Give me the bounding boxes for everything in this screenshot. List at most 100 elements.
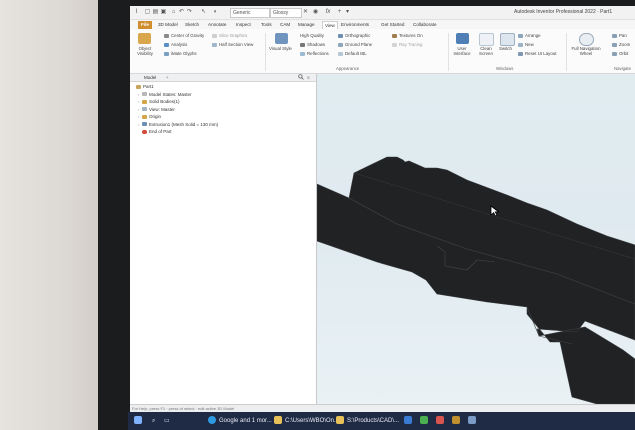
color-override-icon[interactable]: ◉: [312, 9, 319, 15]
browser-menu-icon[interactable]: ≡: [307, 74, 310, 81]
visual-style-icon[interactable]: [275, 33, 288, 44]
tree-node-solid-bodies[interactable]: › Solid Bodies(1): [136, 98, 218, 106]
open-file-icon[interactable]: ▤: [152, 9, 159, 15]
tree-node-part[interactable]: Part1: [136, 83, 218, 91]
browser-tab-model[interactable]: Model: [144, 74, 156, 81]
taskbar-app-icon[interactable]: [404, 415, 415, 428]
taskbar-app-icon[interactable]: [420, 415, 431, 428]
model-browser: Model + ≡ Part1 › Model States: Master › S…: [130, 74, 317, 404]
taskbar-app-icon[interactable]: [436, 415, 447, 428]
user-interface-icon[interactable]: [456, 33, 469, 44]
inventor-logo-icon[interactable]: I: [133, 9, 140, 15]
part-icon: [136, 84, 141, 89]
slice-graphics-button[interactable]: Slice Graphics: [212, 33, 247, 38]
reflections-button[interactable]: Reflections: [300, 51, 329, 56]
tab-environments[interactable]: Environments: [341, 21, 369, 29]
taskbar-item-browser[interactable]: Google and 1 mor...: [208, 415, 272, 428]
tree-node-model-states[interactable]: › Model States: Master: [136, 91, 218, 99]
windows-start-icon: [134, 416, 142, 425]
arrange-button[interactable]: Arrange: [518, 33, 541, 38]
default-ibl-dropdown[interactable]: Default IBL: [338, 51, 367, 56]
tab-collaborate[interactable]: Collaborate: [413, 21, 437, 29]
half-section-view-button[interactable]: Half Section View: [212, 42, 253, 47]
ribbon-separator: [265, 33, 266, 71]
status-bar: For Help, press F1 · press of select · e…: [130, 404, 635, 412]
tab-cam[interactable]: CAM: [280, 21, 290, 29]
browser-add-icon[interactable]: +: [166, 74, 169, 81]
imate-glyphs-button[interactable]: iMate Glyphs: [164, 51, 197, 56]
reset-ui-layout-button[interactable]: Reset UI Layout: [518, 51, 556, 56]
view-icon: [142, 107, 147, 112]
search-taskbar-icon[interactable]: ⌕: [152, 415, 155, 428]
taskbar-app-icon[interactable]: [468, 415, 479, 428]
taskbar-item-cad-folder[interactable]: S:\Products\CAD\...: [336, 415, 399, 428]
tree-node-view[interactable]: › View: Master: [136, 106, 218, 114]
tab-manage[interactable]: Manage: [298, 21, 315, 29]
tree-node-extrusion[interactable]: › Extrusion1 (Mesh Solid = 130 mm): [136, 121, 218, 129]
taskbar-app-icon[interactable]: [452, 415, 463, 428]
object-visibility-button[interactable]: Object Visibility: [134, 46, 156, 56]
folder-icon: [142, 114, 147, 119]
start-button[interactable]: [134, 415, 145, 428]
appearance-combo[interactable]: Generic: [230, 8, 270, 18]
clean-screen-icon[interactable]: [479, 33, 494, 46]
tree-node-origin[interactable]: › Origin: [136, 113, 218, 121]
textures-toggle[interactable]: Textures On: [392, 33, 423, 38]
visual-style-button[interactable]: Visual Style: [269, 46, 292, 51]
orbit-button[interactable]: Orbit: [612, 51, 629, 56]
qat-dropdown-icon[interactable]: ▾: [344, 9, 351, 15]
taskbar-item-explorer[interactable]: C:\Users\WBO\On...: [274, 415, 339, 428]
zoom-button[interactable]: Zoom: [612, 42, 630, 47]
full-navigation-wheel-button[interactable]: Full Navigation Wheel: [569, 46, 603, 56]
parameters-button[interactable]: fx: [323, 9, 333, 15]
task-view-icon[interactable]: ▭: [164, 415, 170, 428]
center-of-gravity-button[interactable]: Center of Gravity: [164, 33, 204, 38]
ribbon-panel: Object Visibility Center of Gravity Anal…: [130, 29, 635, 74]
shadows-button[interactable]: Shadows: [300, 42, 325, 47]
tab-get-started[interactable]: Get Started: [381, 21, 405, 29]
windows-taskbar: ⌕ ▭ Google and 1 mor... C:\Users\WBO\On.…: [128, 412, 635, 430]
home-icon[interactable]: ⌂: [170, 9, 177, 15]
user-interface-button[interactable]: User Interface: [451, 46, 473, 56]
search-icon[interactable]: [298, 74, 304, 82]
windows-group-label: Windows: [496, 66, 514, 71]
graphics-viewport[interactable]: [317, 74, 635, 404]
folder-icon: [336, 416, 344, 425]
pan-button[interactable]: Pan: [612, 33, 627, 38]
ground-plane-button[interactable]: Ground Plane: [338, 42, 372, 47]
inventor-app-icon: [452, 416, 460, 425]
clear-override-icon[interactable]: ✕: [302, 9, 309, 15]
material-icon[interactable]: ◐: [212, 9, 219, 15]
object-visibility-icon[interactable]: [138, 33, 151, 44]
tab-inspect[interactable]: Inspect: [236, 21, 251, 29]
redo-icon[interactable]: ↷: [186, 9, 193, 15]
new-window-button[interactable]: New: [518, 42, 534, 47]
navigation-wheel-icon[interactable]: [579, 33, 594, 46]
mouse-cursor-icon: [490, 205, 500, 217]
file-explorer-icon: [274, 416, 282, 425]
quality-dropdown[interactable]: High Quality: [300, 33, 324, 38]
new-file-icon[interactable]: ▢: [144, 9, 151, 15]
clean-screen-button[interactable]: Clean Screen: [476, 46, 496, 56]
undo-icon[interactable]: ↶: [178, 9, 185, 15]
folder-icon: [142, 99, 147, 104]
switch-window-icon[interactable]: [500, 33, 515, 46]
quick-access-toolbar: I ▢ ▤ ▣ ⌂ ↶ ↷ ↖ ◐ Generic Glossy ✕ ◉ fx …: [130, 6, 635, 20]
orthographic-dropdown[interactable]: Orthographic: [338, 33, 370, 38]
select-icon[interactable]: ↖: [200, 9, 207, 15]
tree-node-end-of-part[interactable]: End of Part: [136, 128, 218, 136]
tab-annotate[interactable]: Annotate: [208, 21, 226, 29]
ray-tracing-button[interactable]: Ray Tracing: [392, 42, 422, 47]
tab-sketch[interactable]: Sketch: [185, 21, 199, 29]
ribbon-separator: [448, 33, 449, 71]
switch-button[interactable]: Switch: [499, 46, 512, 51]
tab-file[interactable]: File: [138, 21, 152, 29]
app-icon: [420, 416, 428, 425]
analysis-button[interactable]: Analysis: [164, 42, 187, 47]
material-combo[interactable]: Glossy: [270, 8, 302, 18]
app-icon: [404, 416, 412, 425]
tab-3d-model[interactable]: 3D Model: [158, 21, 178, 29]
tab-tools[interactable]: Tools: [261, 21, 272, 29]
save-icon[interactable]: ▣: [160, 9, 167, 15]
plus-icon[interactable]: +: [336, 9, 343, 15]
